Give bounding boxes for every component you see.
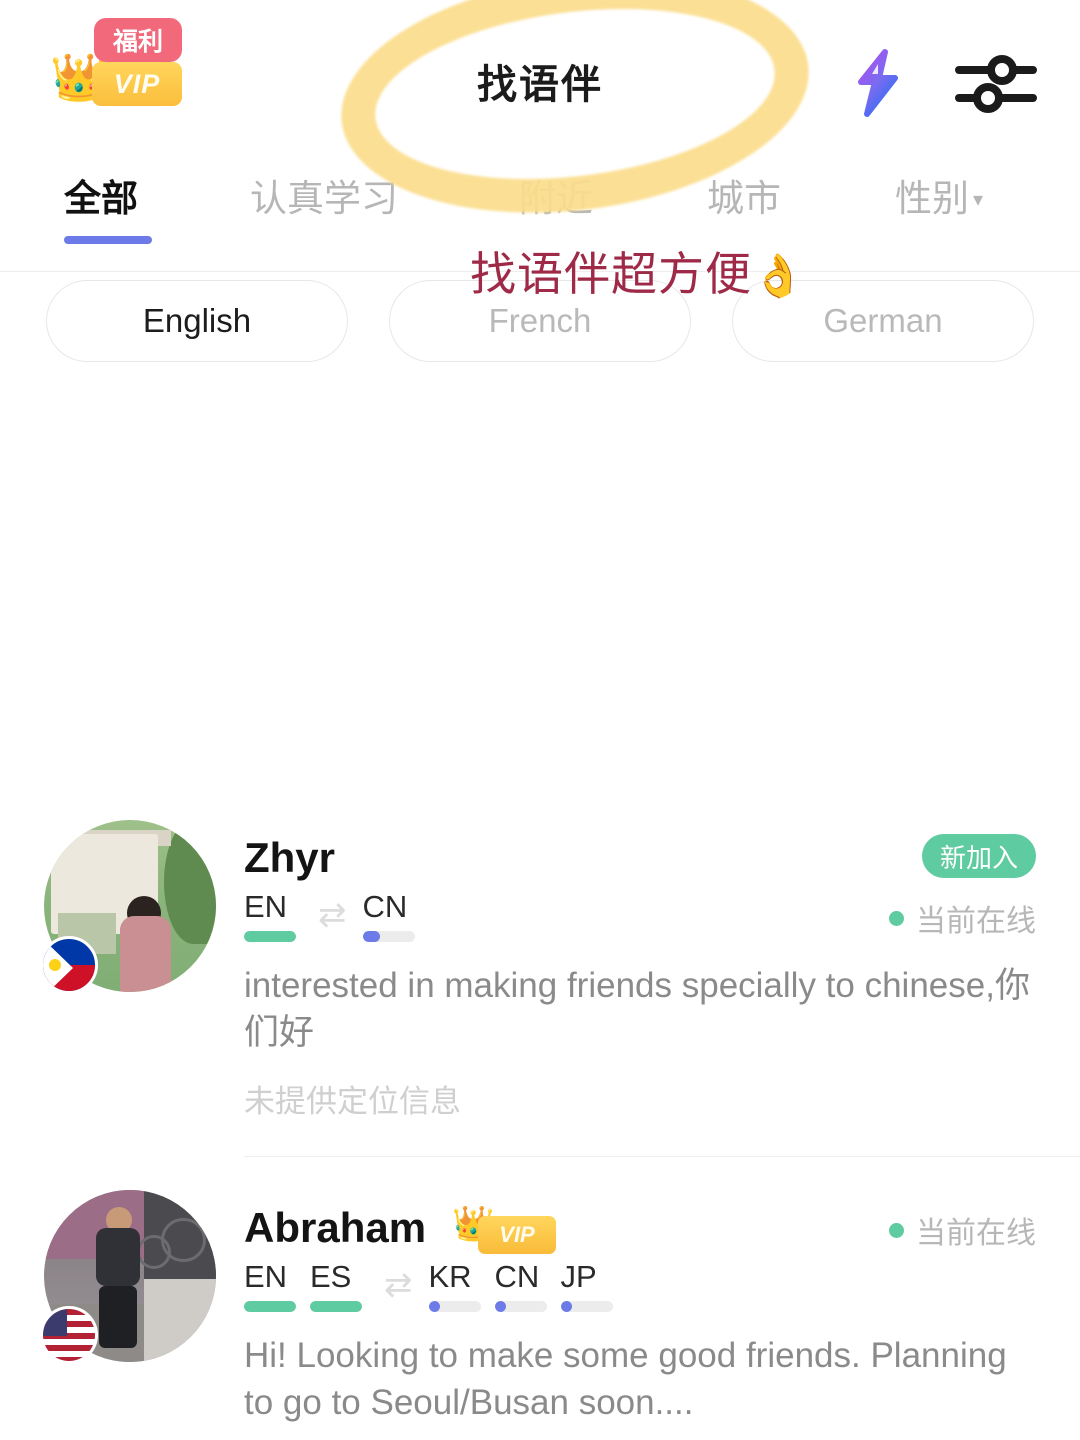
chevron-down-icon: ▾	[973, 189, 984, 211]
language-code: JP	[560, 1259, 597, 1294]
language-item: KR	[428, 1259, 495, 1312]
online-dot-icon	[889, 910, 904, 926]
language-level-bar	[428, 1301, 481, 1312]
language-levels: EN ES ⇄ KR CN JP	[244, 1260, 627, 1312]
online-status-label: 当前在线	[916, 905, 1036, 938]
language-level-bar	[494, 1301, 547, 1312]
language-code: EN	[244, 1259, 288, 1294]
language-code: EN	[244, 889, 288, 924]
learning-languages: KR CN JP	[428, 1259, 627, 1312]
language-item: CN	[362, 889, 429, 942]
tab-serious-study[interactable]: 认真学习	[250, 168, 398, 222]
language-level-bar	[362, 931, 415, 942]
tab-nearby-label: 附近	[519, 178, 593, 219]
language-pill-german-label: German	[823, 302, 943, 339]
user-bio: Hi! Looking to make some good friends. P…	[244, 1336, 1007, 1422]
online-dot-icon	[889, 1222, 904, 1238]
online-status: 当前在线	[889, 896, 1036, 940]
swap-arrows-icon: ⇄	[384, 1266, 413, 1304]
user-bio: interested in making friends specially t…	[244, 966, 1030, 1052]
tab-gender-label: 性别	[895, 178, 969, 219]
handwritten-annotation-text: 找语伴超方便👌	[470, 238, 805, 304]
avatar[interactable]	[40, 820, 216, 994]
tab-all-label: 全部	[64, 178, 138, 219]
vip-plate: VIP	[478, 1216, 556, 1254]
language-item: EN	[244, 890, 310, 942]
language-code: KR	[428, 1259, 472, 1294]
swap-arrows-icon: ⇄	[318, 896, 347, 934]
active-tab-underline	[64, 236, 152, 244]
tab-city-label: 城市	[707, 178, 781, 219]
tab-all[interactable]: 全部	[64, 168, 138, 222]
ok-hand-emoji-icon: 👌	[752, 252, 806, 299]
tab-gender[interactable]: 性别 ▾	[895, 168, 983, 222]
language-levels: EN ⇄ CN	[244, 890, 429, 942]
native-languages: EN	[244, 890, 310, 942]
language-code: CN	[362, 889, 408, 924]
online-status: 当前在线	[889, 1208, 1036, 1252]
avatar[interactable]	[40, 1190, 216, 1364]
language-item: JP	[560, 1259, 627, 1312]
user-name: Abraham	[244, 1204, 427, 1251]
learning-languages: CN	[362, 889, 429, 942]
language-code: ES	[310, 1259, 352, 1294]
app-header: 👑 福利 VIP 找语伴	[0, 0, 1080, 238]
tab-serious-study-label: 认真学习	[250, 178, 398, 219]
annotation-label: 找语伴超方便	[470, 248, 752, 300]
user-name: Zhyr	[244, 834, 336, 881]
native-languages: EN ES	[244, 1260, 376, 1312]
user-location: 未提供定位信息	[244, 1084, 461, 1119]
language-pill-english-label: English	[142, 302, 252, 339]
language-item: EN	[244, 1260, 310, 1312]
language-item: ES	[310, 1260, 376, 1312]
language-pill-english[interactable]: English	[46, 280, 348, 362]
page-title: 找语伴	[477, 63, 603, 107]
list-divider	[244, 1156, 1080, 1157]
vip-label: VIP	[499, 1222, 535, 1247]
filter-sliders-icon[interactable]	[955, 52, 1037, 114]
vip-badge: 👑 VIP	[452, 1205, 558, 1256]
tab-nearby[interactable]: 附近	[519, 168, 593, 222]
language-level-bar	[560, 1301, 613, 1312]
language-level-bar	[244, 931, 296, 942]
language-code: CN	[494, 1259, 540, 1294]
app-root: 👑 福利 VIP 找语伴 全部 认真学习 附近 城市 性别 ▾ 找语伴超方便👌 …	[0, 0, 1080, 1440]
usa-flag-icon	[40, 1306, 98, 1364]
philippines-flag-icon	[40, 936, 98, 994]
language-level-bar	[310, 1301, 362, 1312]
tab-city[interactable]: 城市	[707, 168, 781, 222]
online-status-label: 当前在线	[916, 1217, 1036, 1250]
lightning-bolt-icon[interactable]	[845, 48, 911, 118]
status-badge: 新加入	[921, 834, 1036, 878]
language-level-bar	[244, 1301, 296, 1312]
language-item: CN	[494, 1259, 561, 1312]
language-pill-french-label: French	[488, 302, 592, 339]
